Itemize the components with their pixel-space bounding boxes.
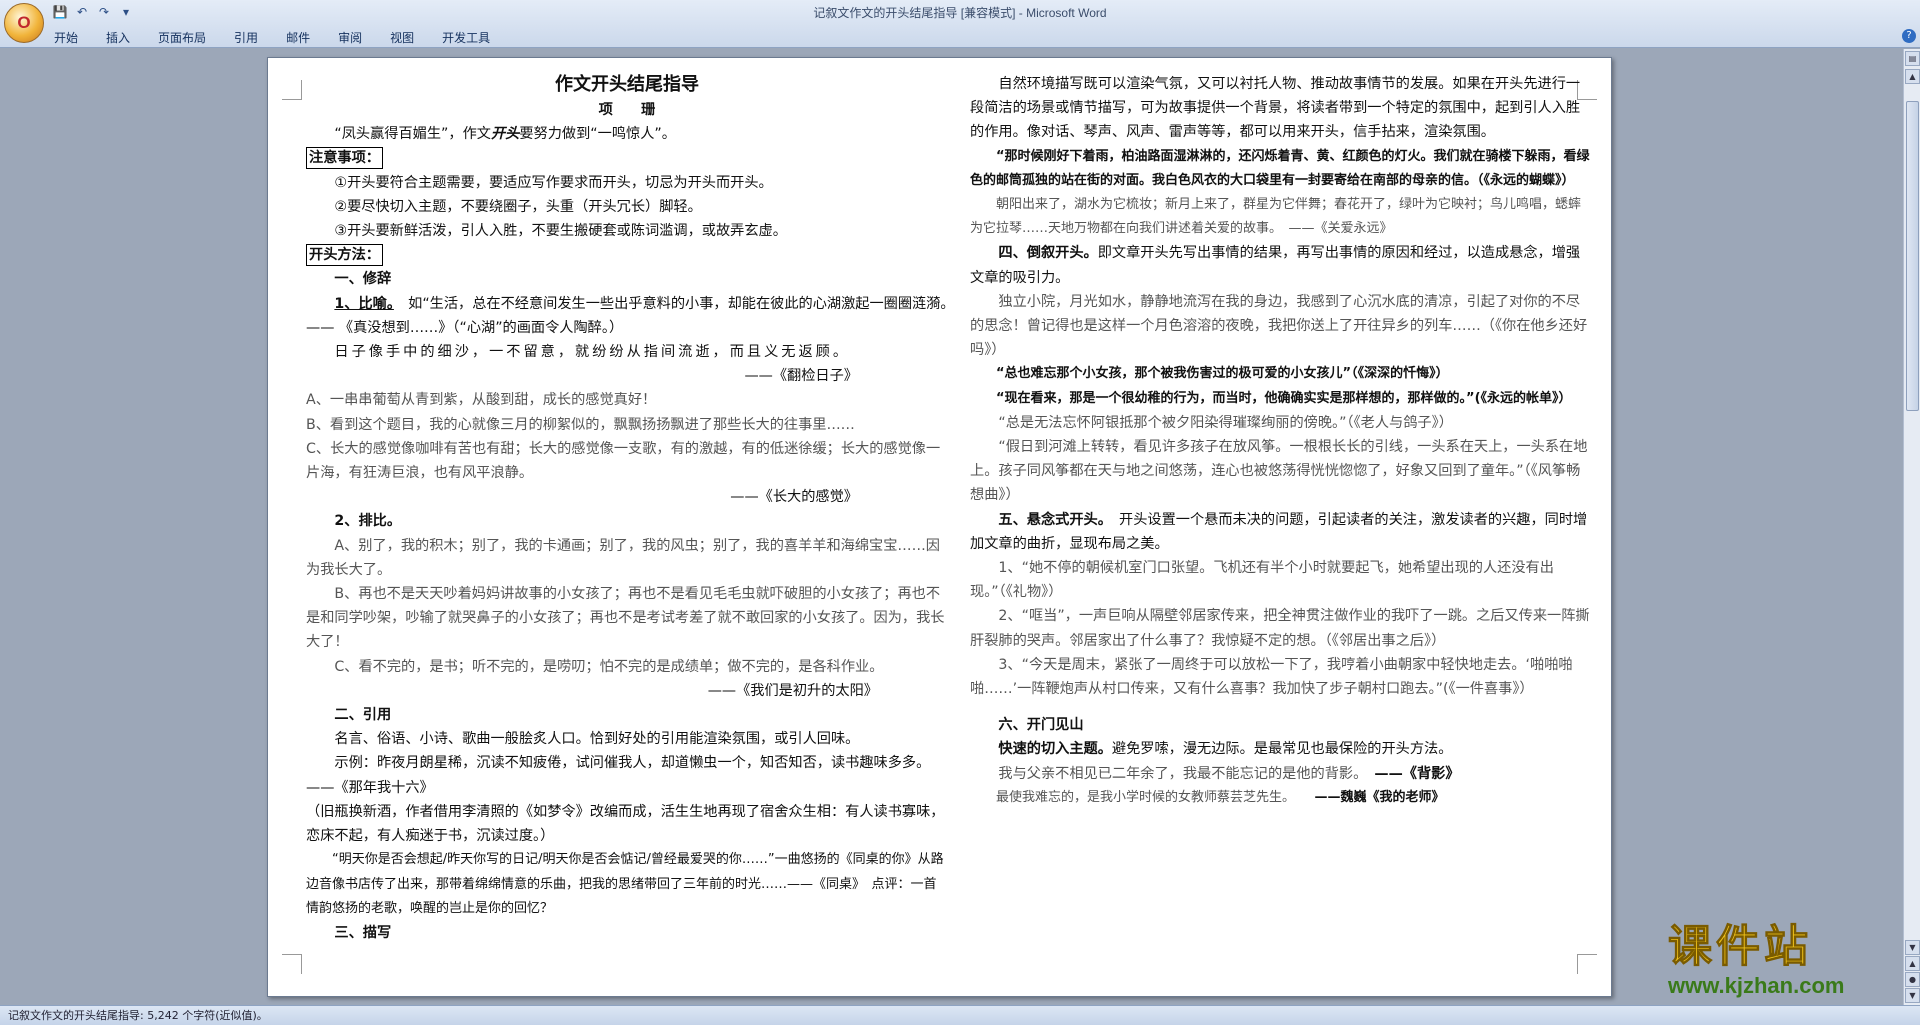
flashback-example: “现在看来，那是一个很幼稚的行为，而当时，他确确实实是那样想的，那样做的。”(《… <box>996 390 1572 406</box>
description-example: 朝阳出来了，湖水为它梳妆；新月上来了，群星为它伴舞；春花开了，绿叶为它映衬；鸟儿… <box>970 197 1582 237</box>
direct-example: 我与父亲不相见已二年余了，我最不能忘记的是他的背影。 ——《背影》 <box>970 762 1593 786</box>
intro-suffix: 要努力做到“一鸣惊人”。 <box>519 126 676 143</box>
notice-item: ①开头要符合主题需要，要适应写作要求而开头，切忌为开头而开头。 <box>334 174 773 191</box>
tab-review[interactable]: 审阅 <box>324 27 376 48</box>
document-area: 作文开头结尾指导 项 珊 “凤头赢得百媚生”，作文开头要努力做到“一鸣惊人”。 … <box>0 49 1903 1005</box>
site-watermark: 课件站 www.kjzhan.com <box>1668 921 1913 1012</box>
intro-line: “凤头赢得百媚生”，作文开头要努力做到“一鸣惊人”。 <box>306 122 948 146</box>
methods-label: 开头方法： <box>306 244 383 267</box>
tab-developer[interactable]: 开发工具 <box>428 27 504 48</box>
quote-example: 示例：昨夜月朗星稀，沉读不知疲倦，试问催我人，却道懒虫一个，知否知否，读书趣味多… <box>306 755 952 796</box>
direct-example-source: ——魏巍《我的老师》 <box>1314 789 1445 805</box>
suspense-title: 五、悬念式开头。 <box>998 511 1105 528</box>
notice-label: 注意事项： <box>306 147 383 170</box>
parallelism-item: A、别了，我的积木；别了，我的卡通画；别了，我的风虫；别了，我的喜羊羊和海绵宝宝… <box>306 537 940 578</box>
direct-para: 快速的切入主题。避免罗嗦，漫无边际。是最常见也最保险的开头方法。 <box>970 737 1593 761</box>
parallelism-label: 2、排比。 <box>334 513 402 530</box>
scroll-up-icon[interactable]: ▲ <box>1905 69 1920 84</box>
direct-example: 最使我难忘的，是我小学时候的女教师蔡芸芝先生。 ——魏巍《我的老师》 <box>970 786 1593 810</box>
tab-page-layout[interactable]: 页面布局 <box>144 27 220 48</box>
flashback-example: 独立小院，月光如水，静静地流泻在我的身边，我感到了心沉水底的清凉，引起了对你的不… <box>970 293 1588 359</box>
scroll-thumb[interactable] <box>1906 101 1919 411</box>
section-heading: 一、修辞 <box>334 271 392 288</box>
option-item: B、看到这个题目，我的心就像三月的柳絮似的，飘飘扬扬飘进了那些长大的往事里…… <box>306 416 855 433</box>
vertical-scrollbar[interactable]: ▤ ▲ ▼ ▲ ● ▼ <box>1903 49 1920 1005</box>
direct-example-source: ——《背影》 <box>1374 765 1460 782</box>
doc-author: 项 珊 <box>598 102 656 118</box>
intro-prefix: “凤头赢得百媚生”，作文 <box>334 126 491 143</box>
window-title: 记叙文作文的开头结尾指导 [兼容模式] - Microsoft Word <box>813 6 1107 20</box>
flashback-example: “假日到河滩上转转，看见许多孩子在放风筝。一根根长长的引线，一头系在天上，一头系… <box>970 439 1588 504</box>
left-column: 作文开头结尾指导 项 珊 “凤头赢得百媚生”，作文开头要努力做到“一鸣惊人”。 … <box>306 72 962 945</box>
flashback-title: 四、倒叙开头。 <box>998 245 1098 262</box>
title-bar: O 💾 ↶ ↷ ▾ 记叙文作文的开头结尾指导 [兼容模式] - Microsof… <box>0 0 1920 48</box>
doc-title: 作文开头结尾指导 <box>555 74 699 95</box>
quote-note: （旧瓶换新酒，作者借用李清照的《如梦令》改编而成，活生生地再现了宿舍众生相：有人… <box>306 803 945 845</box>
word-count[interactable]: 记叙文作文的开头结尾指导: 5,242 个字符(近似值)。 <box>8 1009 268 1022</box>
intro-em: 开头 <box>490 126 520 143</box>
section-heading: 六、开门见山 <box>998 717 1084 734</box>
ribbon-tabs: 开始 插入 页面布局 引用 邮件 审阅 视图 开发工具 <box>40 27 504 48</box>
metaphor-label: 1、比喻。 <box>334 295 394 312</box>
notice-item: ③开头要新鲜活泼，引人入胜，不要生搬硬套或陈词滥调，或故弄玄虚。 <box>334 223 787 240</box>
status-bar: 记叙文作文的开头结尾指导: 5,242 个字符(近似值)。 <box>0 1005 1920 1025</box>
parallelism-item: B、再也不是天天吵着妈妈讲故事的小女孩了；再也不是看见毛毛虫就吓破胆的小女孩了；… <box>306 586 945 651</box>
quote-intro: 名言、俗语、小诗、歌曲一般脍炙人口。恰到好处的引用能渲染氛围，或引人回味。 <box>334 731 860 748</box>
metaphor-para: 1、比喻。 如“生活，总在不经意间发生一些出乎意料的小事，却能在彼此的心湖激起一… <box>306 292 962 340</box>
tab-home[interactable]: 开始 <box>40 27 92 48</box>
crop-mark <box>1577 954 1597 974</box>
document-page[interactable]: 作文开头结尾指导 项 珊 “凤头赢得百媚生”，作文开头要努力做到“一鸣惊人”。 … <box>267 57 1612 997</box>
flashback-example: “总也难忘那个小女孩，那个被我伤害过的极可爱的小女孩儿”（《深深的忏悔》） <box>996 366 1449 382</box>
section-heading: 三、描写 <box>334 924 392 941</box>
direct-example-text: 我与父亲不相见已二年余了，我最不能忘记的是他的背影。 <box>998 765 1361 782</box>
tab-references[interactable]: 引用 <box>220 27 272 48</box>
watermark-url: www.kjzhan.com <box>1668 973 1845 998</box>
suspense-item: 2、“哐当”，一声巨响从隔壁邻居家传来，把全神贯注做作业的我吓了一跳。之后又传来… <box>970 608 1590 649</box>
parallelism-item: C、看不完的，是书；听不完的，是唠叨；怕不完的是成绩单；做不完的，是各科作业。 <box>334 658 884 675</box>
metaphor-quote: 日子像手中的细沙，一不留意，就纷纷从指间流逝，而且义无返顾。 <box>334 344 851 361</box>
metaphor-text: 如“生活，总在不经意间发生一些出乎意料的小事，却能在彼此的心湖激起一圈圈涟漪。 … <box>306 295 962 336</box>
section-heading: 二、引用 <box>334 707 392 724</box>
flashback-example: “总是无法忘怀阿银抵那个被夕阳染得璀璨绚丽的傍晚。”（《老人与鸽子》） <box>998 414 1453 431</box>
suspense-para: 五、悬念式开头。 开头设置一个悬而未决的问题，引起读者的关注，激发读者的兴趣，同… <box>970 508 1593 556</box>
crop-mark <box>282 954 302 974</box>
options-source: ——《长大的感觉》 <box>730 489 858 506</box>
tab-view[interactable]: 视图 <box>376 27 428 48</box>
notice-item: ②要尽快切入主题，不要绕圈子，头重（开头冗长）脚轻。 <box>334 198 702 215</box>
parallelism-source: ——《我们是初升的太阳》 <box>707 682 878 699</box>
watermark-text: 课件站 <box>1668 921 1812 972</box>
direct-bold: 快速的切入主题。 <box>998 741 1112 758</box>
flashback-para: 四、倒叙开头。即文章开头先写出事情的结果，再写出事情的原因和经过，以造成悬念，增… <box>970 241 1593 289</box>
option-item: A、一串串葡萄从青到紫，从酸到甜，成长的感觉真好！ <box>306 392 657 409</box>
description-para: 自然环境描写既可以渲染气氛，又可以衬托人物、推动故事情节的发展。如果在开头先进行… <box>970 76 1581 141</box>
tab-mailings[interactable]: 邮件 <box>272 27 324 48</box>
direct-example-text: 最使我难忘的，是我小学时候的女教师蔡芸芝先生。 <box>996 789 1289 805</box>
tab-insert[interactable]: 插入 <box>92 27 144 48</box>
direct-text: 避免罗嗦，漫无边际。是最常见也最保险的开头方法。 <box>1111 741 1453 758</box>
metaphor-source: ——《翻检日子》 <box>744 368 858 385</box>
description-example: “那时候刚好下着雨，柏油路面湿淋淋的，还闪烁着青、黄、红颜色的灯火。我们就在骑楼… <box>970 148 1590 188</box>
option-item: C、长大的感觉像咖啡有苦也有甜；长大的感觉像一支歌，有的激越，有的低迷徐缓；长大… <box>306 440 941 482</box>
song-example: “明天你是否会想起/昨天你写的日记/明天你是否会惦记/曾经最爱哭的你……”一曲悠… <box>306 852 944 916</box>
help-icon[interactable]: ? <box>1902 29 1916 43</box>
right-column: 自然环境描写既可以渲染气氛，又可以衬托人物、推动故事情节的发展。如果在开头先进行… <box>970 72 1593 810</box>
crop-mark <box>282 80 302 100</box>
suspense-item: 1、“她不停的朝候机室门口张望。飞机还有半个小时就要起飞，她希望出现的人还没有出… <box>970 560 1554 601</box>
suspense-item: 3、“今天是周末，紧张了一周终于可以放松一下了，我哼着小曲朝家中轻快地走去。‘啪… <box>970 656 1573 698</box>
ruler-toggle-icon[interactable]: ▤ <box>1905 51 1920 66</box>
